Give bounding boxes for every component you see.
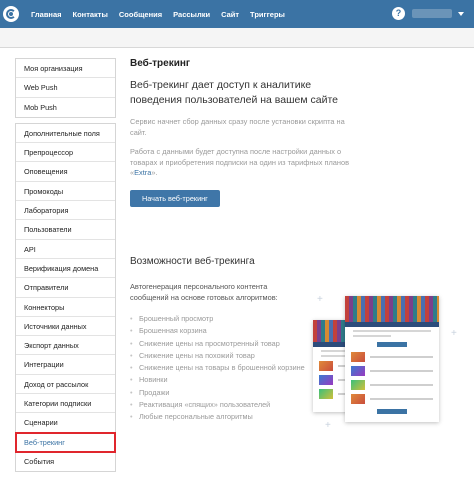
nav-item-triggers[interactable]: Триггеры: [250, 10, 285, 19]
product-thumb: [319, 375, 333, 385]
page-title: Веб-трекинг: [130, 58, 191, 69]
text-line: [370, 370, 433, 372]
install-note: Сервис начнет сбор данных сразу после ус…: [130, 117, 345, 137]
main-nav: Главная Контакты Сообщения Рассылки Сайт…: [31, 10, 296, 19]
sidebar-item-preprocessor[interactable]: Препроцессор: [16, 143, 115, 163]
text-line: [353, 335, 391, 337]
product-thumb: [319, 361, 333, 371]
sidebar-group-general: Моя организация Web Push Mob Push: [15, 58, 116, 118]
text-line: [353, 330, 431, 332]
email-preview-card-front: [345, 296, 439, 422]
list-item: Новинки: [130, 375, 305, 386]
product-thumb: [351, 380, 365, 390]
nav-item-site[interactable]: Сайт: [221, 10, 239, 19]
sidebar-item-data-sources[interactable]: Источники данных: [16, 317, 115, 337]
sidebar-item-lab[interactable]: Лаборатория: [16, 201, 115, 221]
sidebar-item-events[interactable]: События: [16, 452, 115, 471]
product-row: [351, 352, 433, 362]
nav-item-home[interactable]: Главная: [31, 10, 62, 19]
email-preview-illustration: + + +: [313, 288, 463, 438]
list-item: Продажи: [130, 388, 305, 399]
chevron-down-icon[interactable]: [458, 12, 464, 16]
product-row: [351, 380, 433, 390]
list-item: Снижение цены на товары в брошенной корз…: [130, 363, 305, 374]
email-banner-image: [345, 296, 439, 322]
text-line: [370, 384, 433, 386]
sidebar-item-mob-push[interactable]: Mob Push: [16, 98, 115, 117]
lead-text: Веб-трекинг дает доступ к аналитике пове…: [130, 79, 338, 106]
product-thumb: [351, 394, 365, 404]
sidebar-item-data-export[interactable]: Экспорт данных: [16, 336, 115, 356]
features-lead: Автогенерация персонального контента соо…: [130, 282, 278, 302]
sidebar-item-subscription-categories[interactable]: Категории подписки: [16, 394, 115, 414]
product-thumb: [319, 389, 333, 399]
top-nav-bar: Главная Контакты Сообщения Рассылки Сайт…: [0, 0, 474, 28]
sidebar-item-promocodes[interactable]: Промокоды: [16, 182, 115, 202]
logo-icon[interactable]: [3, 6, 19, 22]
features-title: Возможности веб-трекинга: [130, 256, 255, 267]
product-row: [351, 366, 433, 376]
sidebar-item-web-push[interactable]: Web Push: [16, 78, 115, 98]
sidebar-item-senders[interactable]: Отправители: [16, 278, 115, 298]
sub-header-bar: [0, 28, 474, 48]
email-cta-shape: [377, 409, 407, 414]
nav-item-messages[interactable]: Сообщения: [119, 10, 162, 19]
settings-sidebar: Моя организация Web Push Mob Push Дополн…: [15, 58, 116, 477]
sidebar-item-integrations[interactable]: Интеграции: [16, 355, 115, 375]
nav-item-contacts[interactable]: Контакты: [73, 10, 108, 19]
sparkle-icon: +: [451, 328, 457, 339]
sidebar-item-domain-verification[interactable]: Верификация домена: [16, 259, 115, 279]
list-item: Любые персональные алгоритмы: [130, 412, 305, 423]
sidebar-item-web-tracking[interactable]: Веб-трекинг: [15, 431, 116, 453]
user-account-menu[interactable]: [412, 9, 452, 18]
list-item: Брошенный просмотр: [130, 314, 305, 325]
sidebar-item-notifications[interactable]: Оповещения: [16, 162, 115, 182]
sidebar-item-extra-fields[interactable]: Дополнительные поля: [16, 124, 115, 144]
sidebar-item-users[interactable]: Пользователи: [16, 220, 115, 240]
sidebar-item-api[interactable]: API: [16, 240, 115, 259]
sidebar-item-organization[interactable]: Моя организация: [16, 59, 115, 79]
sidebar-item-connectors[interactable]: Коннекторы: [16, 298, 115, 317]
text-line: [321, 355, 347, 357]
features-list: Брошенный просмотр Брошенная корзина Сни…: [130, 314, 305, 425]
sparkle-icon: +: [325, 420, 331, 431]
subscription-note-suffix: ».: [151, 168, 158, 177]
subscription-note-prefix: Работа с данными будет доступна после на…: [130, 147, 350, 177]
list-item: Брошенная корзина: [130, 326, 305, 337]
subscription-note: Работа с данными будет доступна после на…: [130, 147, 355, 179]
email-nav-strip: [345, 322, 439, 327]
sidebar-item-campaign-revenue[interactable]: Доход от рассылок: [16, 375, 115, 395]
help-icon[interactable]: ?: [392, 7, 405, 20]
text-line: [370, 398, 433, 400]
start-web-tracking-button[interactable]: Начать веб-трекинг: [130, 189, 220, 207]
sparkle-icon: +: [317, 294, 323, 305]
nav-item-campaigns[interactable]: Рассылки: [173, 10, 210, 19]
product-thumb: [351, 366, 365, 376]
sidebar-item-scenarios[interactable]: Сценарии: [16, 413, 115, 433]
list-item: Снижение цены на похожий товар: [130, 351, 305, 362]
extra-plan-link[interactable]: Extra: [134, 168, 151, 177]
list-item: Снижение цены на просмотренный товар: [130, 339, 305, 350]
web-tracking-intro: Веб-трекинг Веб-трекинг дает доступ к ан…: [130, 58, 460, 207]
email-cta-shape: [377, 342, 407, 347]
text-line: [370, 356, 433, 358]
product-thumb: [351, 352, 365, 362]
product-row: [351, 394, 433, 404]
list-item: Реактивация «спящих» пользователей: [130, 400, 305, 411]
sidebar-group-settings: Дополнительные поля Препроцессор Оповеще…: [15, 122, 116, 473]
